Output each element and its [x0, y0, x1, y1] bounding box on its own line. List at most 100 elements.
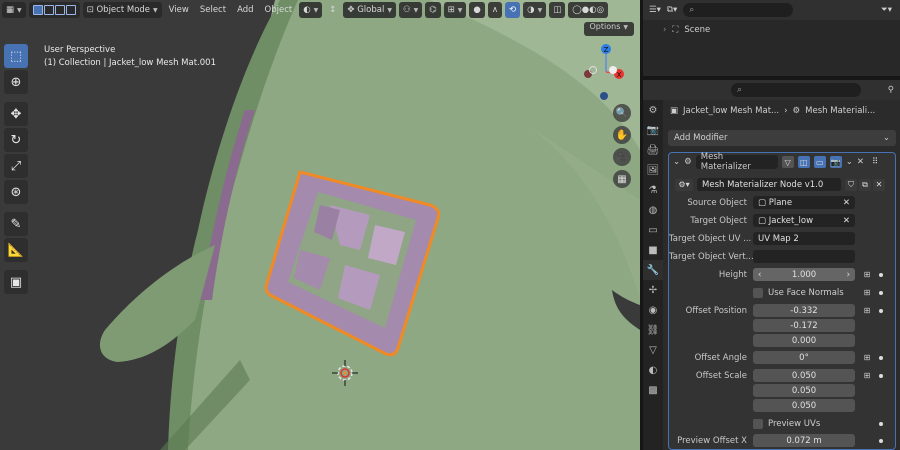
- properties-search-input[interactable]: ⌕: [731, 83, 861, 97]
- offset-position-z-field[interactable]: 0.000: [753, 334, 855, 347]
- outliner-scene-row[interactable]: › ⛶ Scene: [643, 22, 900, 38]
- menu-object[interactable]: Object: [261, 2, 297, 18]
- render-tab-icon[interactable]: 📷: [643, 120, 663, 140]
- offset-scale-y-field[interactable]: 0.050: [753, 384, 855, 397]
- shading-modes[interactable]: ◯●◐◎: [568, 2, 609, 18]
- options-dropdown[interactable]: Options ▼: [583, 22, 634, 36]
- show-gizmo-icon[interactable]: ⟲: [505, 2, 521, 18]
- decrement-icon[interactable]: ‹: [758, 270, 761, 280]
- clear-icon[interactable]: ✕: [843, 216, 850, 226]
- animate-dot-icon[interactable]: [879, 308, 883, 313]
- collection-tab-icon[interactable]: ▭: [643, 220, 663, 240]
- target-vert-field[interactable]: [753, 250, 855, 263]
- add-modifier-button[interactable]: Add Modifier ⌄: [668, 130, 896, 146]
- height-field[interactable]: ‹ 1.000 ›: [753, 268, 855, 281]
- physics-tab-icon[interactable]: ◉: [643, 300, 663, 320]
- pivot-point-icon[interactable]: ⚇ ▼: [398, 2, 423, 18]
- data-tab-icon[interactable]: ▽: [643, 340, 663, 360]
- offset-position-x-field[interactable]: -0.332: [753, 304, 855, 317]
- keyframe-icon[interactable]: ⊞: [863, 270, 871, 279]
- world-tab-icon[interactable]: ◍: [643, 200, 663, 220]
- outliner-search-input[interactable]: ⌕: [683, 3, 794, 17]
- animate-dot-icon[interactable]: [879, 355, 883, 360]
- node-tree-icon[interactable]: ⚙▾: [675, 178, 693, 191]
- duplicate-icon[interactable]: ⧉: [859, 178, 871, 191]
- keyframe-icon[interactable]: ⊞: [863, 306, 871, 315]
- edit-mode-icon[interactable]: ▽: [781, 156, 794, 168]
- menu-view[interactable]: View: [165, 2, 193, 18]
- modifier-tab-icon[interactable]: 🔧: [643, 260, 663, 280]
- measure-tool-icon[interactable]: 📐: [4, 238, 28, 262]
- keyframe-icon[interactable]: ⊞: [863, 288, 871, 297]
- orientation-dropdown[interactable]: ✥ Global ▼: [343, 2, 396, 18]
- move-tool-icon[interactable]: ✥: [4, 102, 28, 126]
- preview-offset-x-field[interactable]: 0.072 m: [753, 434, 855, 447]
- drag-handle-icon[interactable]: ⠿: [872, 157, 878, 167]
- xray-icon[interactable]: ◫: [549, 2, 566, 18]
- object-tab-icon[interactable]: ■: [643, 240, 663, 260]
- scale-tool-icon[interactable]: ⤢: [4, 154, 28, 178]
- menu-add[interactable]: Add: [233, 2, 257, 18]
- view-layer-tab-icon[interactable]: 🖼: [643, 160, 663, 180]
- zoom-icon[interactable]: 🔍: [613, 104, 631, 122]
- select-box-icon[interactable]: ⬚: [4, 44, 28, 68]
- offset-scale-z-field[interactable]: 0.050: [753, 399, 855, 412]
- pin-icon[interactable]: ⚲: [888, 85, 894, 95]
- constraints-tab-icon[interactable]: ⛓: [643, 320, 663, 340]
- node-group-field[interactable]: Mesh Materializer Node v1.0: [697, 178, 841, 191]
- filter-icon[interactable]: ⏷▾: [881, 5, 892, 15]
- transform-tool-icon[interactable]: ⊛: [4, 180, 28, 204]
- tool-tab-icon[interactable]: ⚙: [643, 100, 663, 120]
- material-slot-icon[interactable]: ◐ ▼: [299, 2, 323, 18]
- dropdown-chevron-icon[interactable]: ⌄: [846, 157, 853, 167]
- texture-tab-icon[interactable]: ▩: [643, 380, 663, 400]
- menu-select[interactable]: Select: [196, 2, 230, 18]
- offset-scale-x-field[interactable]: 0.050: [753, 369, 855, 382]
- offset-angle-field[interactable]: 0°: [753, 351, 855, 364]
- target-object-field[interactable]: ▢ Jacket_low ✕: [753, 214, 855, 227]
- offset-position-y-field[interactable]: -0.172: [753, 319, 855, 332]
- outliner-editor-icon[interactable]: ☰▾: [649, 5, 661, 15]
- animate-dot-icon[interactable]: [879, 373, 883, 378]
- target-uv-field[interactable]: UV Map 2: [753, 232, 855, 245]
- animate-dot-icon[interactable]: [879, 438, 883, 443]
- close-icon[interactable]: ✕: [857, 157, 864, 167]
- keyframe-icon[interactable]: ⊞: [863, 371, 871, 380]
- perspective-grid-icon[interactable]: ▦: [613, 170, 631, 188]
- cursor-tool-icon[interactable]: ⊕: [4, 70, 28, 94]
- animate-dot-icon[interactable]: [879, 290, 883, 295]
- fake-user-icon[interactable]: ⛉: [845, 178, 857, 191]
- keyframe-icon[interactable]: [863, 420, 871, 428]
- source-object-field[interactable]: ▢ Plane ✕: [753, 196, 855, 209]
- rotate-tool-icon[interactable]: ↻: [4, 128, 28, 152]
- falloff-icon[interactable]: ∧: [487, 2, 503, 18]
- transform-pivot-icon[interactable]: ↕: [325, 2, 340, 18]
- annotate-tool-icon[interactable]: ✎: [4, 212, 28, 236]
- animate-dot-icon[interactable]: [879, 272, 883, 277]
- modifier-name-field[interactable]: Mesh Materializer: [695, 152, 778, 172]
- overlay-icon[interactable]: ◑ ▼: [523, 2, 547, 18]
- realtime-icon[interactable]: ▭: [813, 156, 826, 168]
- snap-toggle-icon[interactable]: ⌬: [425, 2, 441, 18]
- add-cube-tool-icon[interactable]: ▣: [4, 270, 28, 294]
- material-tab-icon[interactable]: ◐: [643, 360, 663, 380]
- use-face-normals-checkbox[interactable]: [753, 287, 763, 298]
- clear-icon[interactable]: ✕: [843, 198, 850, 208]
- 3d-viewport[interactable]: ▦ ▼ ⊡ Object Mode ▼ View Select Add Object…: [0, 0, 640, 450]
- render-icon[interactable]: 📷: [829, 156, 842, 168]
- outliner-display-icon[interactable]: ⧉▾: [667, 5, 677, 15]
- editor-type-button[interactable]: ▦ ▼: [2, 2, 26, 18]
- snap-target-icon[interactable]: ⊞ ▼: [443, 2, 467, 18]
- pan-hand-icon[interactable]: ✋: [613, 126, 631, 144]
- animate-dot-icon[interactable]: [879, 421, 883, 426]
- preview-uvs-checkbox[interactable]: [753, 418, 763, 429]
- on-cage-icon[interactable]: ◫: [797, 156, 810, 168]
- navigation-gizmo[interactable]: Z X: [576, 44, 632, 100]
- unlink-icon[interactable]: ✕: [873, 178, 885, 191]
- particles-tab-icon[interactable]: ✢: [643, 280, 663, 300]
- keyframe-icon[interactable]: ⊞: [863, 353, 871, 362]
- proportional-edit-icon[interactable]: ●: [469, 2, 485, 18]
- output-tab-icon[interactable]: 🖨: [643, 140, 663, 160]
- camera-view-icon[interactable]: 🎥: [613, 148, 631, 166]
- mode-dropdown[interactable]: ⊡ Object Mode ▼: [82, 2, 162, 18]
